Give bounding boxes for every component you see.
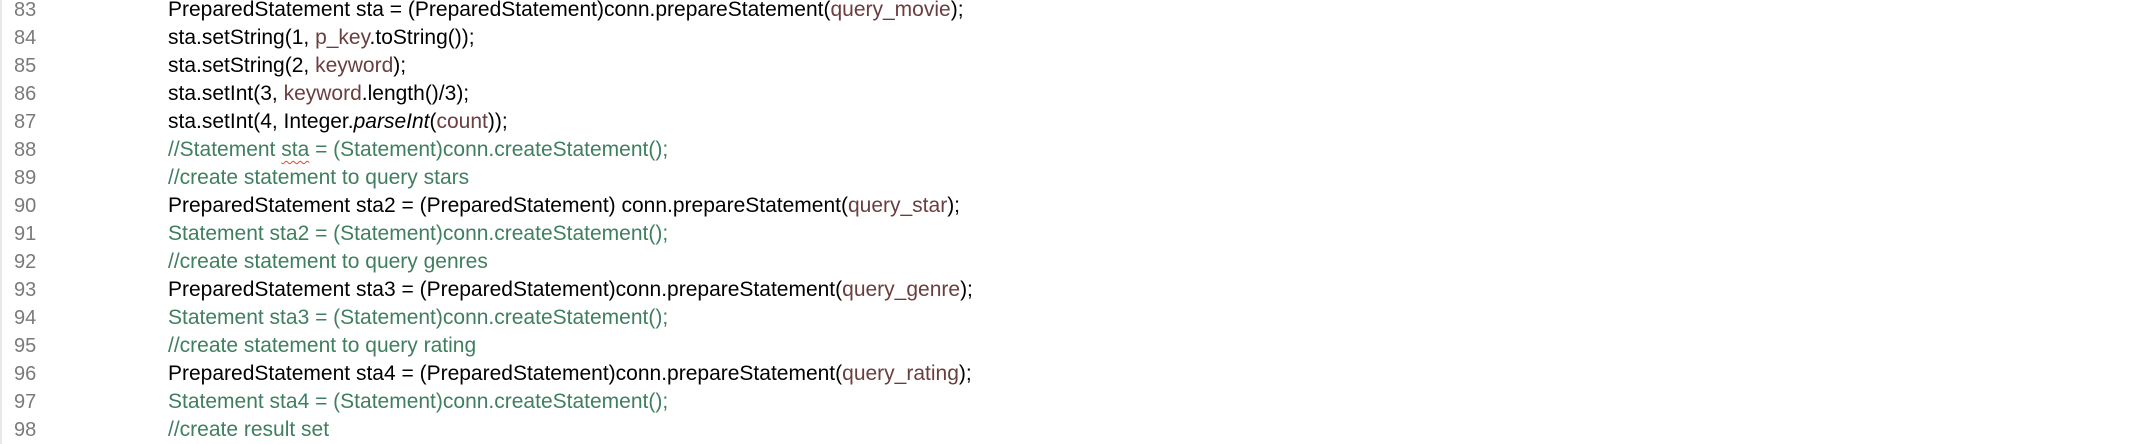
code-token: keyword [283,82,362,105]
code-line[interactable]: 90 PreparedStatement sta2 = (PreparedStat… [0,192,2130,220]
code-text[interactable]: Statement sta3 = (Statement)conn.createS… [168,304,668,332]
code-line[interactable]: 88 //Statement sta = (Statement)conn.crea… [0,136,2130,164]
code-token: = (Statement)conn.createStatement(); [309,138,669,161]
code-token: .length()/3); [361,82,470,105]
code-token: ( [429,110,437,133]
code-text[interactable]: //Statement sta = (Statement)conn.create… [168,136,668,164]
line-number: 88 [14,139,37,161]
code-token: //create statement to query stars [168,166,470,189]
code-token: )); [487,110,508,133]
line-number: 93 [14,279,37,301]
code-token: ); [947,194,961,217]
code-line[interactable]: 89 //create statement to query stars [0,164,2130,192]
code-token: //Statement [168,138,282,161]
code-text[interactable]: Statement sta2 = (Statement)conn.createS… [168,220,668,248]
line-number: 98 [14,419,37,441]
code-token: Statement sta3 = (Statement)conn.createS… [168,306,669,329]
code-token: ); [393,54,407,77]
code-token: PreparedStatement sta4 = (PreparedStatem… [168,362,843,385]
line-number: 90 [14,195,37,217]
code-line[interactable]: 85 sta.setString(2, keyword); [0,52,2130,80]
code-text[interactable]: PreparedStatement sta4 = (PreparedStatem… [168,360,972,388]
code-text[interactable]: sta.setString(2, keyword); [168,52,406,80]
line-number: 89 [14,167,37,189]
code-token: query_movie [830,0,951,21]
line-number: 95 [14,335,37,357]
code-text[interactable]: sta.setInt(4, Integer.parseInt(count)); [168,108,508,136]
code-line[interactable]: 95 //create statement to query rating [0,332,2130,360]
code-token: PreparedStatement sta3 = (PreparedStatem… [168,278,843,301]
line-number: 91 [14,223,37,245]
line-number: 92 [14,251,37,273]
code-line[interactable]: 83 PreparedStatement sta = (PreparedState… [0,0,2130,24]
code-text[interactable]: //create result set [168,416,329,444]
code-token: //create statement to query genres [168,250,488,273]
code-line[interactable]: 93 PreparedStatement sta3 = (PreparedStat… [0,276,2130,304]
code-token: Statement sta4 = (Statement)conn.createS… [168,390,669,413]
code-token: //create result set [168,418,330,441]
code-token: .toString()); [369,26,475,49]
code-token: ); [950,0,964,21]
code-token: Statement sta2 = (Statement)conn.createS… [168,222,669,245]
code-token: //create statement to query rating [168,334,477,357]
code-text[interactable]: PreparedStatement sta2 = (PreparedStatem… [168,192,960,220]
code-line[interactable]: 97 Statement sta4 = (Statement)conn.creat… [0,388,2130,416]
code-token: sta.setInt(3, [168,82,284,105]
code-line[interactable]: 86 sta.setInt(3, keyword.length()/3); [0,80,2130,108]
code-line[interactable]: 84 sta.setString(1, p_key.toString()); [0,24,2130,52]
line-number: 85 [14,55,37,77]
code-line[interactable]: 87 sta.setInt(4, Integer.parseInt(count))… [0,108,2130,136]
line-number: 86 [14,83,37,105]
code-token: PreparedStatement sta = (PreparedStateme… [168,0,831,21]
code-token: ); [958,362,972,385]
code-token: query_genre [842,278,961,301]
code-token: sta.setString(1, [168,26,316,49]
code-token: keyword [315,54,394,77]
code-token: count [436,110,488,133]
code-token: PreparedStatement sta2 = (PreparedStatem… [168,194,848,217]
code-text[interactable]: //create statement to query stars [168,164,469,192]
code-token: sta.setString(2, [168,54,316,77]
code-text[interactable]: //create statement to query rating [168,332,476,360]
code-text[interactable]: Statement sta4 = (Statement)conn.createS… [168,388,668,416]
line-number: 97 [14,391,37,413]
line-number: 94 [14,307,37,329]
code-text[interactable]: sta.setInt(3, keyword.length()/3); [168,80,469,108]
code-token: query_rating [842,362,959,385]
code-line[interactable]: 98 //create result set [0,416,2130,444]
code-token: sta.setInt(4, Integer. [168,110,354,133]
code-text[interactable]: PreparedStatement sta = (PreparedStateme… [168,0,964,24]
code-line[interactable]: 92 //create statement to query genres [0,248,2130,276]
line-number: 84 [14,27,37,49]
code-token: ); [960,278,973,301]
code-token: parseInt [353,110,430,133]
code-text[interactable]: PreparedStatement sta3 = (PreparedStatem… [168,276,973,304]
code-line[interactable]: 96 PreparedStatement sta4 = (PreparedStat… [0,360,2130,388]
line-number: 83 [14,0,37,21]
spelling-error-token: sta [281,138,310,161]
line-number: 87 [14,111,37,133]
code-text[interactable]: sta.setString(1, p_key.toString()); [168,24,475,52]
code-token: p_key [315,26,370,49]
code-line[interactable]: 91 Statement sta2 = (Statement)conn.creat… [0,220,2130,248]
code-editor[interactable]: 83 PreparedStatement sta = (PreparedState… [0,0,2130,444]
line-number: 96 [14,363,37,385]
code-line[interactable]: 94 Statement sta3 = (Statement)conn.creat… [0,304,2130,332]
code-token: query_star [847,194,948,217]
code-text[interactable]: //create statement to query genres [168,248,488,276]
